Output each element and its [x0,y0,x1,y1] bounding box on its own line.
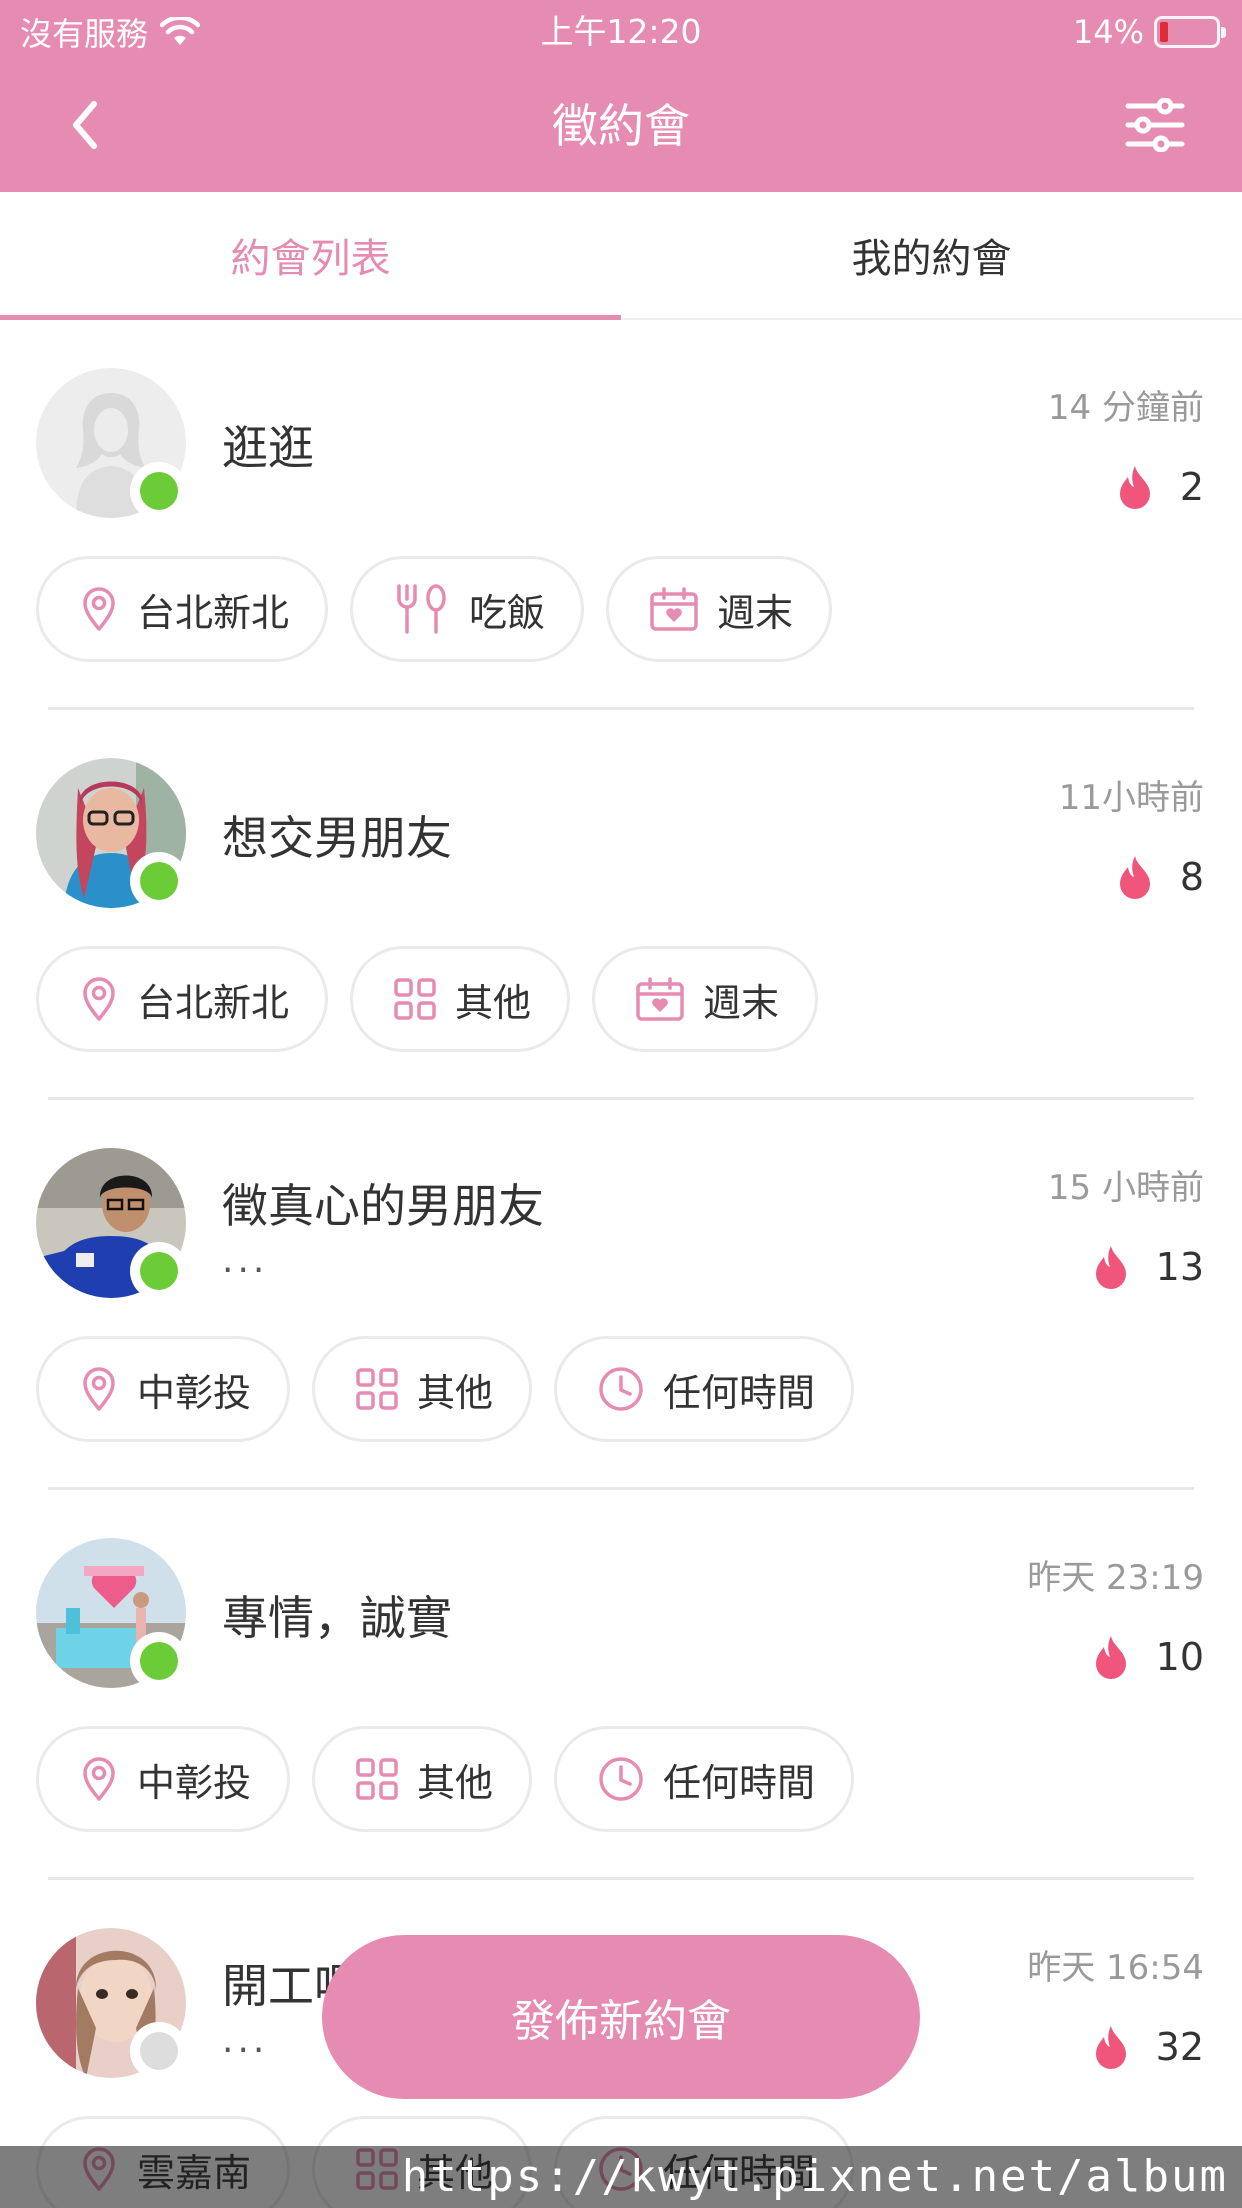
location-icon [79,976,137,1022]
heat-value: 8 [1179,855,1204,899]
heat-count: 8 [1116,852,1204,902]
heat-value: 32 [1155,2025,1204,2069]
date-card[interactable]: 逛逛 14 分鐘前 2 台北新北 吃飯 週末 [0,320,1242,710]
post-time: 昨天 23:19 [1027,1558,1204,1598]
flame-icon [1095,1636,1126,1679]
top-bar: 沒有服務 上午12:20 14% 徵約會 [0,0,1242,192]
flame-icon [1119,466,1150,509]
post-time: 昨天 16:54 [1027,1948,1204,1988]
tag-label: 台北新北 [137,980,290,1025]
grid-icon [355,1367,417,1411]
date-title: 逛逛 [222,421,314,475]
tag-label: 台北新北 [137,590,290,635]
date-subtitle: ... [222,2020,269,2061]
publish-new-date-button[interactable]: 發佈新約會 [322,1935,920,2099]
flame-icon [1095,2026,1126,2069]
status-time: 上午12:20 [540,12,702,51]
date-title: 徵真心的男朋友 [222,1179,544,1233]
date-subtitle: ... [222,1240,269,1281]
heat-value: 13 [1155,1245,1204,1289]
calendar-icon [635,976,703,1022]
battery-icon [1154,16,1226,48]
battery-percent: 14% [1072,13,1144,51]
clock-icon [597,1365,663,1413]
online-status-indicator [130,1242,188,1300]
online-status-indicator [130,2022,188,2080]
tag-pill: 台北新北 [36,946,329,1052]
tag-pill: 其他 [312,1726,533,1832]
grid-icon [393,977,455,1021]
heat-count: 2 [1116,462,1204,512]
tab-my-dates[interactable]: 我的約會 [621,192,1242,318]
tag-pill: 中彰投 [36,1726,291,1832]
heat-count: 10 [1092,1632,1204,1682]
date-list: 逛逛 14 分鐘前 2 台北新北 吃飯 週末 想交男朋友 11小時前 8 台北新… [0,320,1242,2208]
location-icon [79,1756,137,1802]
tag-label: 週末 [703,980,780,1025]
sliders-icon [1125,98,1185,152]
post-time: 15 小時前 [1047,1168,1204,1208]
post-time: 14 分鐘前 [1047,388,1204,428]
date-card[interactable]: 徵真心的男朋友 ... 15 小時前 13 中彰投 其他 任何時間 [0,1100,1242,1490]
tag-pill: 週末 [606,556,833,662]
online-status-indicator [130,1632,188,1690]
tag-label: 任何時間 [663,1760,816,1805]
tag-label: 吃飯 [469,590,546,635]
tag-pill: 任何時間 [554,1336,855,1442]
post-time: 11小時前 [1058,778,1204,818]
tag-pill: 週末 [592,946,819,1052]
date-title: 專情，誠實 [222,1591,452,1645]
tag-row: 中彰投 其他 任何時間 [36,1726,876,1832]
flame-icon [1095,1246,1126,1289]
tab-my-dates-label: 我的約會 [851,236,1012,282]
filter-button[interactable] [1120,90,1190,160]
clock-icon [597,1755,663,1803]
grid-icon [355,1757,417,1801]
tag-row: 台北新北 其他 週末 [36,946,840,1052]
online-status-indicator [130,852,188,910]
tag-label: 中彰投 [137,1760,252,1805]
heat-value: 10 [1155,1635,1204,1679]
tag-pill: 台北新北 [36,556,329,662]
heat-count: 13 [1092,1242,1204,1292]
flame-icon [1119,856,1150,899]
tag-row: 中彰投 其他 任何時間 [36,1336,876,1442]
tag-label: 中彰投 [137,1370,252,1415]
heat-value: 2 [1179,465,1204,509]
tag-label: 其他 [455,980,532,1025]
tag-pill: 吃飯 [350,556,585,662]
location-icon [79,586,137,632]
tag-pill: 中彰投 [36,1336,291,1442]
location-icon [79,1366,137,1412]
tag-pill: 其他 [350,946,571,1052]
tag-row: 台北新北 吃飯 週末 [36,556,854,662]
date-card[interactable]: 專情，誠實 昨天 23:19 10 中彰投 其他 任何時間 [0,1490,1242,1880]
heat-count: 32 [1092,2022,1204,2072]
status-right: 14% [1072,10,1226,54]
watermark-text: https://kwyt.pixnet.net/album [0,2146,1242,2208]
calendar-icon [649,586,717,632]
date-card[interactable]: 想交男朋友 11小時前 8 台北新北 其他 週末 [0,710,1242,1100]
tab-date-list-label: 約會列表 [230,236,391,282]
page-title: 徵約會 [552,99,690,153]
tag-label: 週末 [717,590,794,635]
online-status-indicator [130,462,188,520]
tag-pill: 其他 [312,1336,533,1442]
date-title: 想交男朋友 [222,811,452,865]
tag-label: 其他 [417,1760,494,1805]
tag-pill: 任何時間 [554,1726,855,1832]
tab-bar: 約會列表 我的約會 [0,192,1242,320]
utensils-icon [393,583,469,635]
tab-date-list[interactable]: 約會列表 [0,192,621,320]
tag-label: 其他 [417,1370,494,1415]
tag-label: 任何時間 [663,1370,816,1415]
